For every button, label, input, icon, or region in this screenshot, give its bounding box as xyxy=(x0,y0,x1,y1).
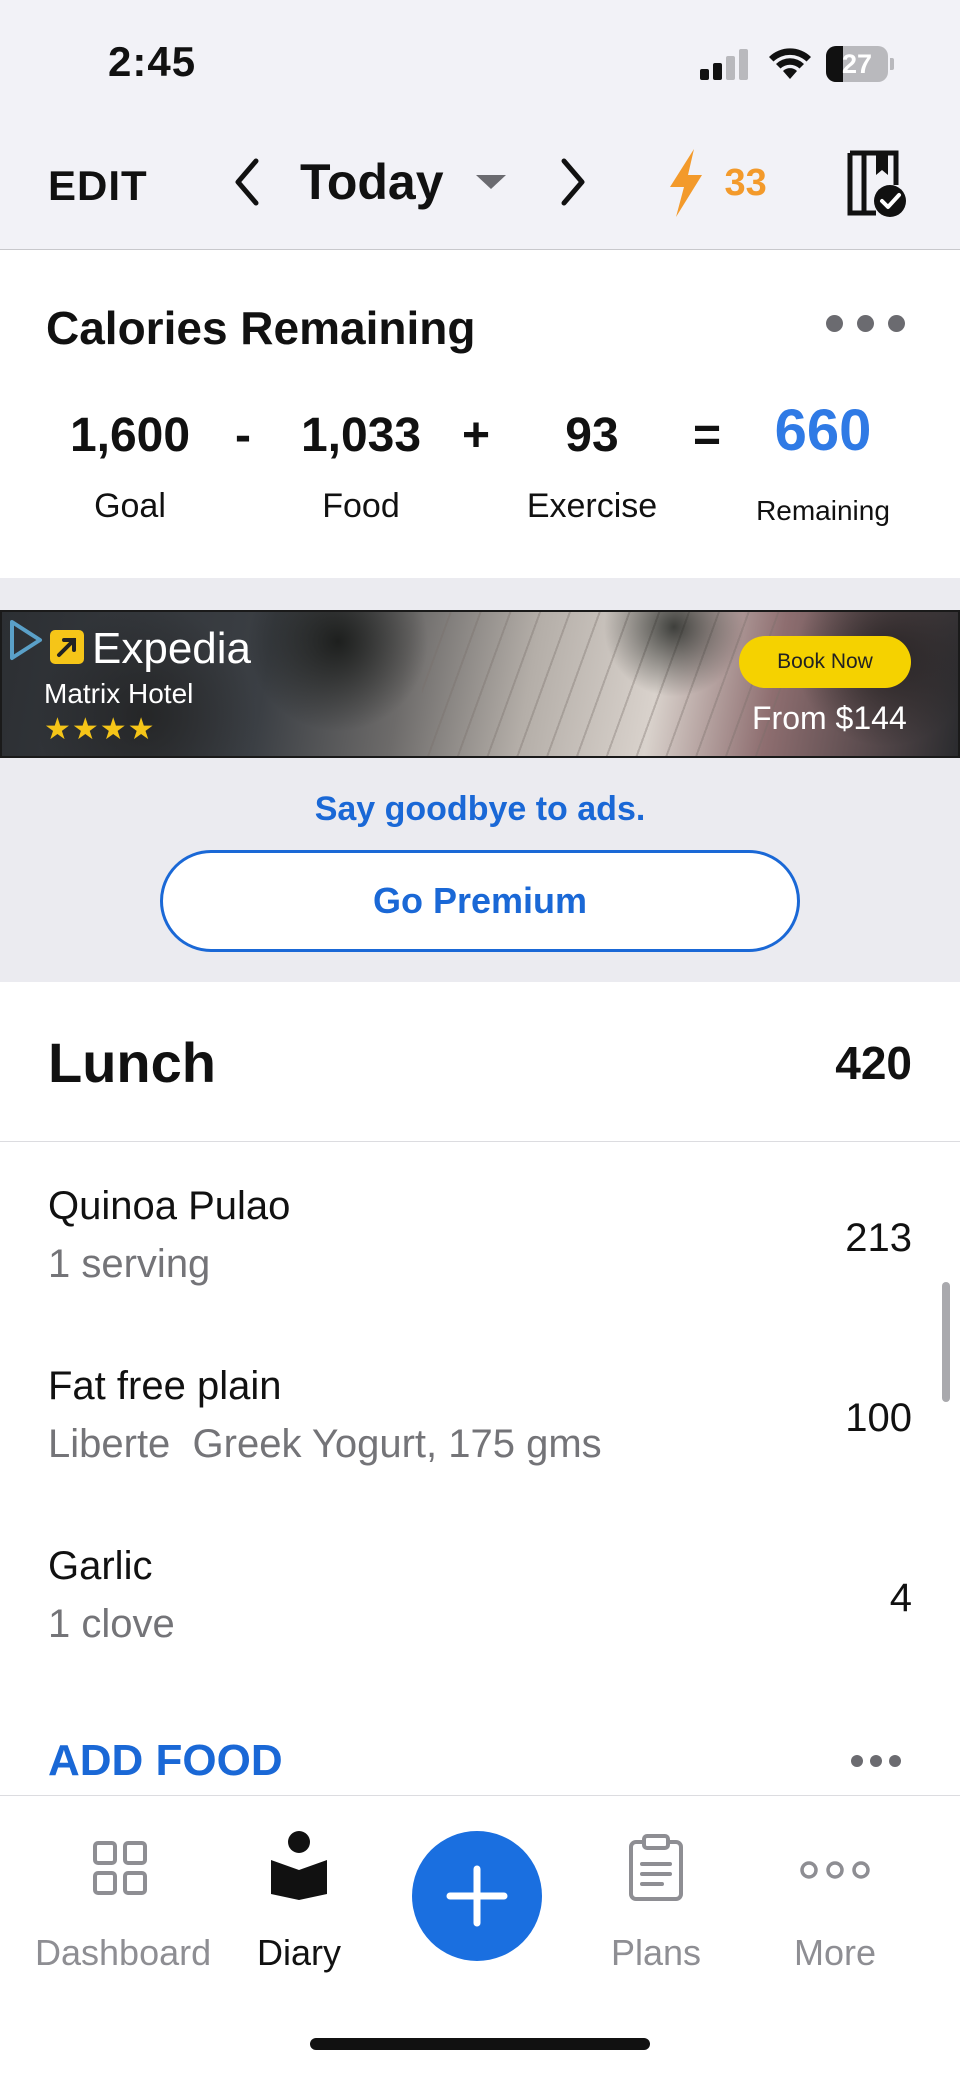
plus-operator: + xyxy=(462,409,491,462)
diary-book-icon xyxy=(271,1831,327,1900)
equals-operator: = xyxy=(693,409,722,462)
exercise-value: 93 xyxy=(565,409,619,462)
diary-top-nav: EDIT Today 33 xyxy=(0,125,960,250)
tab-label: Dashboard xyxy=(35,1932,212,1973)
streak-count: 33 xyxy=(724,161,767,204)
scrollbar[interactable] xyxy=(942,1282,950,1402)
meal-header[interactable]: Lunch 420 xyxy=(0,982,960,1142)
meal-total-calories: 420 xyxy=(835,1037,912,1089)
ad-banner[interactable]: Expedia Matrix Hotel ★★★★ Book Now From … xyxy=(0,610,960,758)
add-food-button[interactable]: ADD FOOD xyxy=(48,1736,283,1786)
tab-bar: Dashboard Diary Plans More xyxy=(0,1795,960,2079)
food-name: Fat free plain xyxy=(48,1364,282,1408)
calories-remaining-card: Calories Remaining 1,600 Goal - 1,033 Fo… xyxy=(0,251,960,578)
remaining-value: 660 xyxy=(774,398,872,463)
add-food-row: ADD FOOD xyxy=(0,1700,960,1795)
status-time: 2:45 xyxy=(108,38,197,85)
expedia-logo-icon xyxy=(50,630,84,664)
food-calories: 100 xyxy=(845,1396,912,1440)
cellular-signal-icon xyxy=(700,48,752,80)
tab-dashboard[interactable]: Dashboard xyxy=(35,1796,212,1976)
meal-title: Lunch xyxy=(48,1031,216,1094)
remaining-label: Remaining xyxy=(756,495,890,526)
home-indicator xyxy=(310,2038,650,2050)
status-bar: 2:45 27 xyxy=(0,0,960,125)
caret-down-icon xyxy=(475,175,506,189)
more-dots-icon xyxy=(800,1861,870,1879)
food-name: Garlic xyxy=(48,1544,153,1588)
calories-title: Calories Remaining xyxy=(46,302,476,354)
food-entry[interactable]: Garlic 1 clove 4 xyxy=(0,1502,960,1682)
battery-icon: 27 xyxy=(826,46,896,82)
meal-more-options-icon[interactable] xyxy=(851,1755,901,1771)
chevron-right-icon[interactable] xyxy=(558,157,588,207)
tab-label: Diary xyxy=(256,1932,341,1973)
goal-column: 1,600 Goal xyxy=(45,401,215,526)
diary-complete-icon[interactable] xyxy=(846,149,910,219)
goal-value: 1,600 xyxy=(69,409,191,462)
lightning-bolt-icon xyxy=(670,149,702,217)
streak-badge[interactable]: 33 xyxy=(664,147,767,222)
food-entry[interactable]: Quinoa Pulao 1 serving 213 xyxy=(0,1142,960,1322)
go-premium-button[interactable]: Go Premium xyxy=(160,850,800,952)
ad-rating-stars: ★★★★ xyxy=(44,713,156,746)
chevron-left-icon[interactable] xyxy=(232,157,262,207)
tab-label: More xyxy=(793,1932,877,1973)
plus-icon xyxy=(446,1865,508,1927)
more-options-icon[interactable] xyxy=(822,311,912,341)
ad-price: From $144 xyxy=(752,700,907,736)
exercise-column: 93 Exercise xyxy=(507,401,677,526)
add-button[interactable] xyxy=(412,1831,542,1961)
food-value: 1,033 xyxy=(300,409,422,462)
food-serving: 1 clove xyxy=(48,1602,175,1646)
food-calories: 213 xyxy=(845,1216,912,1260)
remaining-column: 660 Remaining xyxy=(738,401,908,527)
edit-button[interactable]: EDIT xyxy=(48,162,148,210)
food-calories: 4 xyxy=(889,1576,912,1620)
food-list: Quinoa Pulao 1 serving 213 Fat free plai… xyxy=(0,1142,960,1682)
ad-subtitle: Matrix Hotel xyxy=(44,678,194,709)
food-name: Quinoa Pulao xyxy=(48,1184,291,1228)
ad-section: Expedia Matrix Hotel ★★★★ Book Now From … xyxy=(0,578,960,982)
ad-brand: Expedia xyxy=(92,624,252,673)
tab-label: Plans xyxy=(610,1932,702,1973)
food-label: Food xyxy=(322,487,400,525)
food-serving: 1 serving xyxy=(48,1242,211,1286)
tab-more[interactable]: More xyxy=(750,1796,920,1976)
tab-plans[interactable]: Plans xyxy=(571,1796,741,1976)
goal-label: Goal xyxy=(94,487,166,525)
food-column: 1,033 Food xyxy=(276,401,446,526)
wifi-icon xyxy=(769,48,811,79)
food-entry[interactable]: Fat free plain Liberte Greek Yogurt, 175… xyxy=(0,1322,960,1502)
clipboard-icon xyxy=(629,1834,683,1901)
ad-book-now-button[interactable]: Book Now xyxy=(739,636,911,688)
minus-operator: - xyxy=(235,409,251,462)
grid-icon xyxy=(93,1841,147,1895)
tab-diary[interactable]: Diary xyxy=(214,1796,384,1976)
date-label: Today xyxy=(300,154,444,210)
ad-choices-icon[interactable] xyxy=(8,618,44,662)
remove-ads-link[interactable]: Say goodbye to ads. xyxy=(0,790,960,829)
food-serving: Liberte Greek Yogurt, 175 gms xyxy=(48,1422,602,1466)
date-selector[interactable]: Today xyxy=(300,153,506,213)
exercise-label: Exercise xyxy=(526,487,658,525)
battery-level: 27 xyxy=(841,49,873,79)
